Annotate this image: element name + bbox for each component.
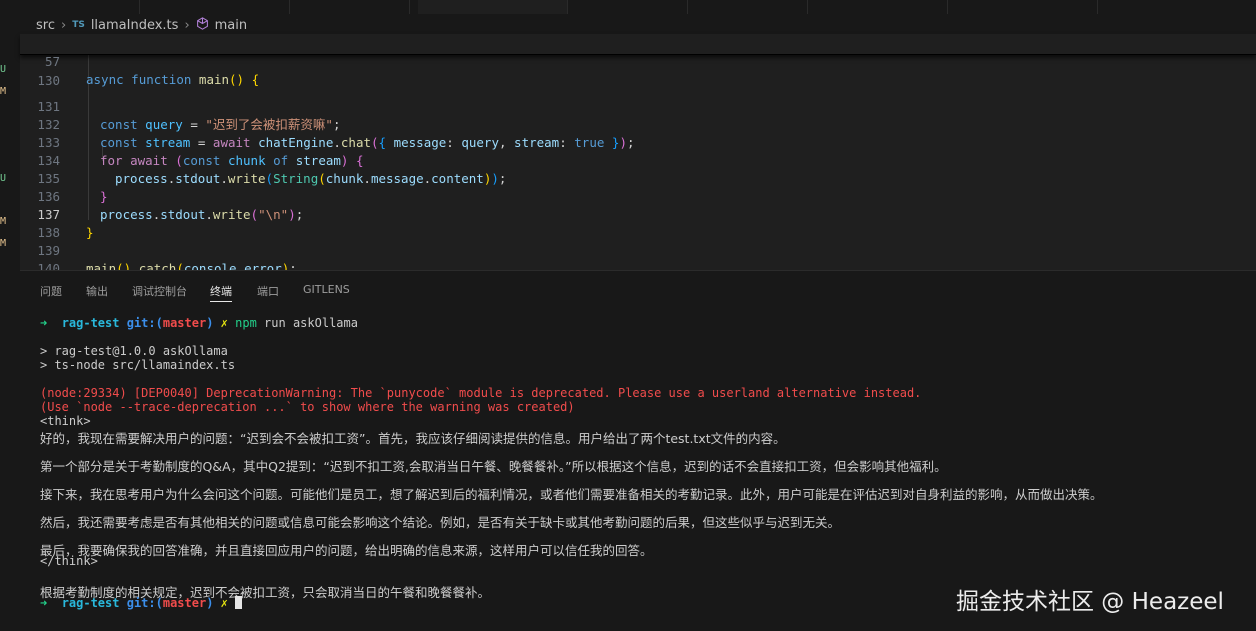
git-untracked-marker: U (0, 64, 7, 75)
breadcrumb-symbol[interactable]: main (215, 18, 247, 33)
line-number: 57 (44, 54, 60, 69)
terminal-prompt-line: ➜ rag-test git:(master) ✗ npm run askOll… (40, 316, 358, 330)
explorer-gutter: U M U M M (0, 0, 20, 631)
editor-tab-strip (20, 0, 1256, 14)
git-modified-marker: M (0, 86, 7, 97)
breadcrumb: src › TS llamaIndex.ts › main (36, 16, 247, 34)
terminal-cursor (235, 596, 243, 609)
panel-tab-bar: 问题 输出 调试控制台 终端 端口 GITLENS (20, 270, 1256, 305)
terminal-warning-line: (node:29334) [DEP0040] DeprecationWarnin… (40, 386, 922, 400)
tab-problems[interactable]: 问题 (40, 283, 62, 299)
breadcrumb-folder[interactable]: src (36, 18, 55, 33)
editor-tab[interactable] (568, 0, 688, 14)
chevron-right-icon: › (184, 17, 190, 33)
terminal-output-line: 最后，我要确保我的回答准确，并且直接回应用户的问题，给出明确的信息来源，这样用户… (40, 543, 653, 558)
terminal-warning-line: (Use `node --trace-deprecation ...` to s… (40, 400, 575, 414)
git-modified-marker: M (0, 238, 7, 249)
git-untracked-marker: U (0, 173, 7, 184)
editor-tab[interactable] (140, 0, 290, 14)
editor-tab[interactable] (808, 0, 948, 14)
terminal-output-line: 然后，我还需要考虑是否有其他相关的问题或信息可能会影响这个结论。例如，是否有关于… (40, 515, 841, 530)
tab-debug-console[interactable]: 调试控制台 (132, 283, 187, 299)
symbol-method-icon (196, 16, 209, 34)
terminal-output-line: > rag-test@1.0.0 askOllama (40, 344, 228, 358)
terminal-output-line: <think> (40, 414, 91, 428)
editor-tab[interactable] (290, 0, 410, 14)
terminal-output-line: 第一个部分是关于考勤制度的Q&A，其中Q2提到：“迟到不扣工资,会取消当日午餐、… (40, 459, 947, 474)
editor-tab[interactable] (20, 0, 140, 14)
terminal-command: run askOllama (256, 316, 358, 330)
typescript-file-icon: TS (72, 20, 85, 30)
tab-gitlens[interactable]: GITLENS (303, 283, 350, 296)
terminal-output-line: > ts-node src/llamaindex.ts (40, 358, 236, 372)
editor-tab[interactable] (948, 0, 1098, 14)
watermark: 掘金技术社区 @ Heazeel (956, 589, 1224, 615)
terminal-output-line: 接下来，我在思考用户为什么会问这个问题。可能他们是员工，想了解迟到后的福利情况，… (40, 487, 1103, 502)
tab-ports[interactable]: 端口 (257, 283, 279, 299)
terminal-output-line: </think> (40, 554, 98, 568)
git-modified-marker: M (0, 216, 7, 227)
terminal-prompt-line: ➜ rag-test git:(master) ✗ (40, 596, 243, 610)
breadcrumb-file[interactable]: llamaIndex.ts (91, 18, 179, 33)
chevron-right-icon: › (60, 17, 67, 33)
tab-terminal[interactable]: 终端 (210, 283, 232, 302)
editor-tab-active[interactable] (418, 0, 568, 14)
editor-tab[interactable] (688, 0, 808, 14)
terminal-output-line: 好的，我现在需要解决用户的问题：“迟到会不会被扣工资”。首先，我应该仔细阅读提供… (40, 431, 786, 446)
code-editor[interactable]: 57 async function main() { 130 131 const… (20, 34, 1256, 276)
sticky-scroll-header[interactable]: 57 async function main() { (20, 34, 1256, 87)
sticky-code-line: async function main() { (86, 72, 260, 87)
tab-output[interactable]: 输出 (86, 283, 108, 299)
